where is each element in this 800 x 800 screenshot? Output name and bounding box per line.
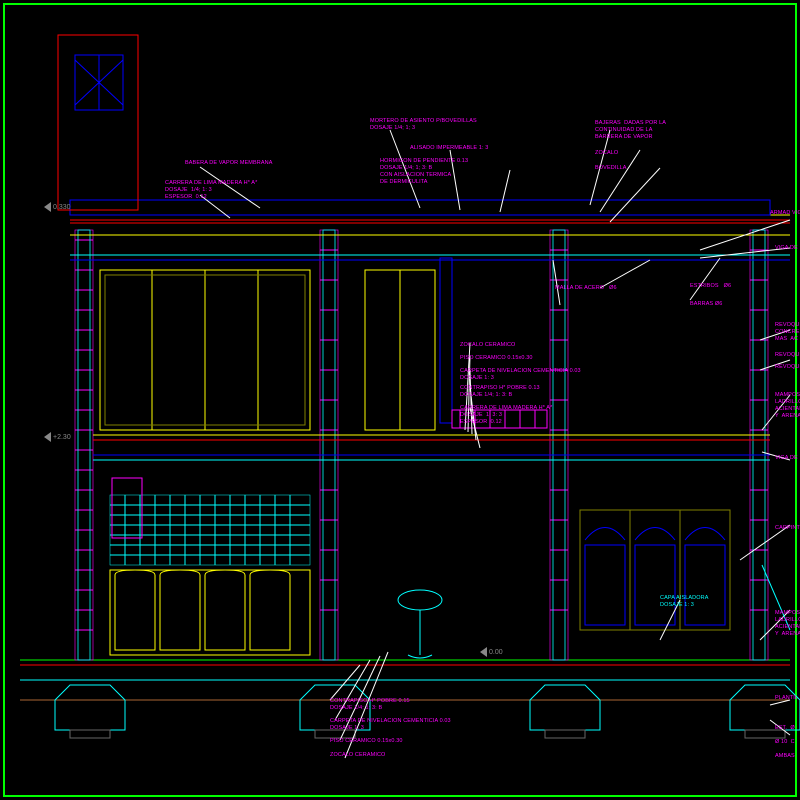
ann-a18: CARRERA DE LIMA MADERA H* A* DOSAJE 1; 3… (460, 405, 552, 426)
ann-b1: CONTRAPISO H* POBRE 0.15 DOSAJE 1/4; 1; … (330, 698, 410, 712)
ann-a5: ZOCALO (595, 150, 618, 157)
ann-r3: REVOQUE (775, 364, 800, 371)
ann-a6: BOVEDILLA (595, 165, 627, 172)
ann-a17: CONTRAPISO H* POBRE 0.13 DOSAJE 1/4; 1: … (460, 385, 540, 399)
level-mid: +2.30 (44, 432, 71, 442)
ann-b3: PISO CERAMICO 0.15x0.30 (330, 738, 403, 745)
ann-a11: MALLA DE ACERO Ø6 (555, 285, 617, 292)
ann-r4: MAMPOS LADRILLO ACIENTAD Y ARENA (775, 392, 800, 420)
ann-b2: CARPETA DE NIVELACION CEMENTICIA 0.03 DO… (330, 718, 451, 732)
ann-a7: ARMAD VIGUETA (770, 210, 800, 217)
ann-r5: VIGA DE (775, 455, 798, 462)
ann-a3: HORMIGON DE PENDIENTE 0.13 DOSAJE 1/4; 1… (380, 158, 468, 186)
ann-a15: PISO CERAMICO 0.15x0.30 (460, 355, 533, 362)
ann-r6: CARPINT (775, 525, 800, 532)
ann-a16: CARPETA DE NIVELACION CEMENTICIA 0.03 DO… (460, 368, 581, 382)
ann-a13: CARRERA DE LIMA MADERA H* A* DOSAJE 1/4;… (165, 180, 257, 201)
ann-b4: ZOCALO CERAMICO (330, 752, 385, 759)
ann-r7: CAPA AISLADORA DOSAJE 1: 3 (660, 595, 709, 609)
ann-r10: EST. Ø Ø 10 C AMBAS (775, 725, 795, 759)
ann-a12: BABERA DE VAPOR MEMBRANA (185, 160, 273, 167)
ann-r9: PLANTIL (775, 695, 798, 702)
ann-a4: BAJERAS DADAS POR LA CONTINUIDAD DE LA B… (595, 120, 666, 141)
level-top: 0.330 (44, 202, 71, 212)
ann-a8: VIGA DE (775, 245, 798, 252)
ann-r8: MAMPOS LADRILLO ACIENTAD Y ARENA (775, 610, 800, 638)
ann-a2: ALISADO IMPERMEABLE 1: 3 (410, 145, 488, 152)
ann-r1: REVOQUE CONCRE MAS AC (775, 322, 800, 343)
ann-a10: BARRAS Ø6 (690, 301, 722, 308)
ann-a14: ZOCALO CERAMICO (460, 342, 515, 349)
level-ground: 0.00 (480, 647, 503, 657)
ann-r2: REVOQUE (775, 352, 800, 359)
ann-a1: MORTERO DE ASIENTO P/BOVEDILLAS DOSAJE 1… (370, 118, 477, 132)
ann-a9: ESTRIBOS Ø6 (690, 283, 731, 290)
